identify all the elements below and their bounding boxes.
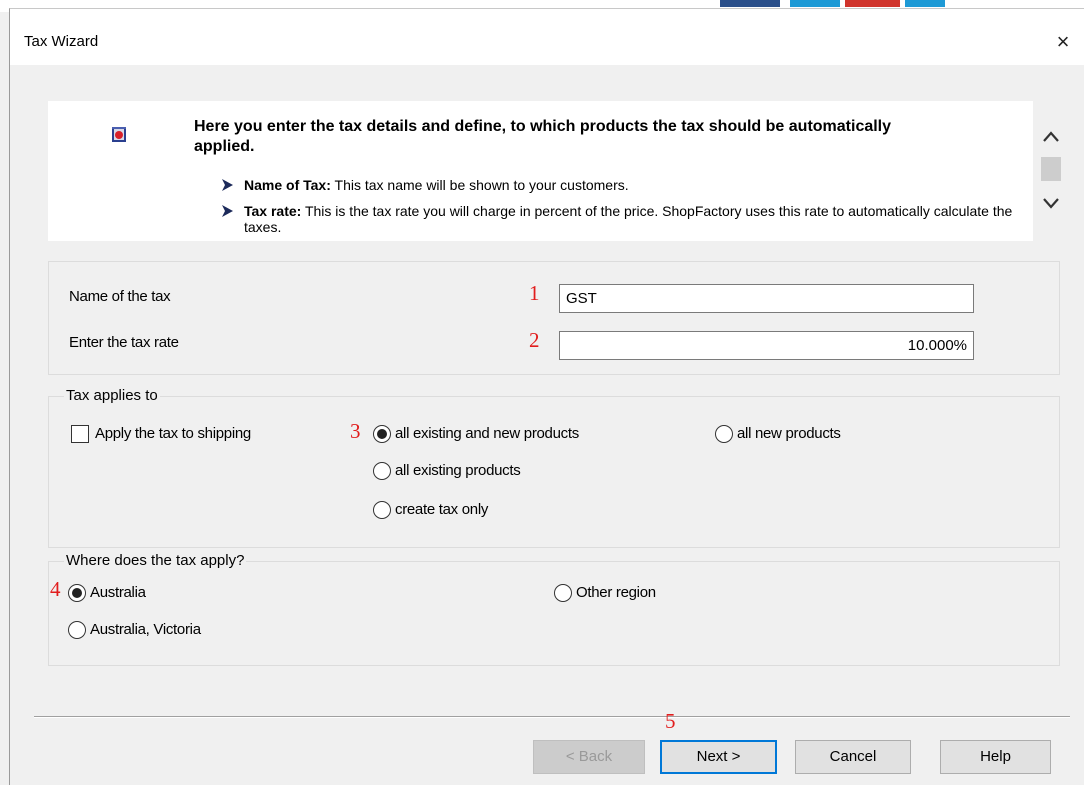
apply-shipping-checkbox[interactable] (71, 425, 89, 443)
close-icon[interactable]: × (1048, 27, 1078, 57)
region-australia-label[interactable]: Australia (90, 584, 146, 601)
scrollbar-thumb[interactable] (1041, 157, 1061, 181)
tax-region-group (48, 561, 1060, 666)
bullet-text: This tax name will be shown to your cust… (330, 177, 629, 193)
radio-create-tax-only[interactable] (373, 501, 391, 519)
background-decoration (845, 0, 900, 7)
title-bar: Tax Wizard × (10, 9, 1084, 65)
radio-australia-victoria[interactable] (68, 621, 86, 639)
help-button[interactable]: Help (940, 740, 1051, 774)
scroll-down-icon[interactable] (1036, 193, 1066, 213)
tax-name-input[interactable]: GST (559, 284, 974, 313)
radio-australia[interactable] (68, 584, 86, 602)
chevron-right-icon (222, 179, 233, 191)
annotation-5: 5 (665, 709, 676, 733)
annotation-3: 3 (350, 419, 361, 443)
apply-shipping-label[interactable]: Apply the tax to shipping (95, 425, 251, 442)
tax-rate-label: Enter the tax rate (69, 334, 179, 351)
annotation-1: 1 (529, 281, 540, 305)
next-button[interactable]: Next > (660, 740, 777, 774)
tax-wizard-dialog: Tax Wizard × Here you enter the tax deta… (9, 8, 1084, 785)
tax-applies-to-group (48, 396, 1060, 548)
bullet-term: Name of Tax: (244, 177, 331, 193)
info-panel: Here you enter the tax details and defin… (48, 101, 1033, 241)
tax-applies-to-legend: Tax applies to (64, 387, 160, 404)
radio-all-new-products[interactable] (715, 425, 733, 443)
region-australia-victoria-label[interactable]: Australia, Victoria (90, 621, 201, 638)
book-icon (112, 127, 126, 142)
tax-region-legend: Where does the tax apply? (64, 552, 247, 569)
option-create-tax-only-label[interactable]: create tax only (395, 501, 488, 518)
background-decoration (905, 0, 945, 7)
tax-name-label: Name of the tax (69, 288, 171, 305)
bullet-term: Tax rate: (244, 203, 302, 219)
option-all-new-products-label[interactable]: all new products (737, 425, 841, 442)
annotation-2: 2 (529, 328, 540, 352)
radio-all-existing-and-new[interactable] (373, 425, 391, 443)
annotation-4: 4 (50, 577, 61, 601)
info-headline: Here you enter the tax details and defin… (194, 118, 892, 155)
option-all-existing-products-label[interactable]: all existing products (395, 462, 521, 479)
region-other-label[interactable]: Other region (576, 584, 656, 601)
background-decoration (790, 0, 840, 7)
dialog-title: Tax Wizard (24, 33, 99, 50)
scroll-up-icon[interactable] (1036, 127, 1066, 147)
info-scrollbar[interactable] (1036, 101, 1066, 241)
option-all-existing-and-new-label[interactable]: all existing and new products (395, 425, 579, 442)
radio-other-region[interactable] (554, 584, 572, 602)
radio-all-existing-products[interactable] (373, 462, 391, 480)
bullet-text: This is the tax rate you will charge in … (244, 203, 1013, 235)
background-decoration (720, 0, 780, 7)
cancel-button[interactable]: Cancel (795, 740, 911, 774)
back-button[interactable]: < Back (533, 740, 645, 774)
footer-separator (34, 716, 1070, 718)
chevron-right-icon (222, 205, 233, 217)
tax-rate-input[interactable]: 10.000% (559, 331, 974, 360)
